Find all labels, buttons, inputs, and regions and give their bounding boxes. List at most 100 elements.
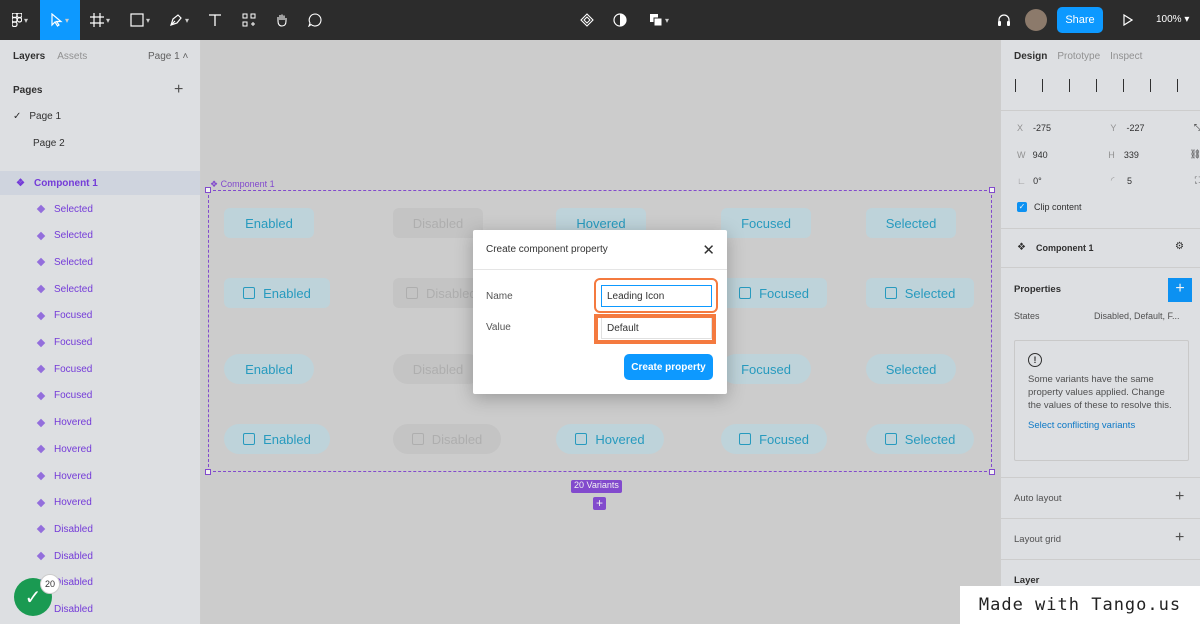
create-property-button[interactable]: Create property bbox=[624, 354, 713, 380]
resize-handle[interactable] bbox=[205, 469, 211, 475]
tab-layers[interactable]: Layers bbox=[13, 51, 45, 62]
hand-tool-button[interactable] bbox=[266, 0, 298, 40]
layer-item[interactable]: Focused bbox=[0, 303, 200, 329]
variant-selected-pill-icon[interactable]: Selected bbox=[866, 424, 974, 454]
clip-content-checkbox[interactable]: ✓ bbox=[1017, 202, 1027, 212]
select-conflicting-link[interactable]: Select conflicting variants bbox=[1028, 419, 1175, 432]
x-field[interactable]: -275 bbox=[1033, 123, 1094, 133]
zoom-level[interactable]: 100% ▾ bbox=[1156, 14, 1189, 25]
tab-prototype[interactable]: Prototype bbox=[1057, 51, 1100, 62]
variant-focused-pill[interactable]: Focused bbox=[721, 354, 811, 384]
layer-component[interactable]: ❖ Component 1 bbox=[0, 171, 200, 195]
component-icon bbox=[580, 13, 594, 27]
layer-item[interactable]: Focused bbox=[0, 330, 200, 356]
move-tool-button[interactable]: ▾ bbox=[40, 0, 80, 40]
layer-item[interactable]: Hovered bbox=[0, 410, 200, 436]
add-layout-grid-icon[interactable]: + bbox=[1175, 530, 1184, 546]
text-icon bbox=[209, 14, 221, 26]
variant-disabled[interactable]: Disabled bbox=[393, 208, 483, 238]
component-settings-icon[interactable]: ⚙ bbox=[1175, 241, 1184, 252]
text-tool-button[interactable] bbox=[198, 0, 232, 40]
w-field[interactable]: 940 bbox=[1033, 150, 1093, 160]
variant-focused-icon[interactable]: Focused bbox=[721, 278, 827, 308]
h-field[interactable]: 339 bbox=[1124, 150, 1184, 160]
tab-design[interactable]: Design bbox=[1014, 51, 1047, 62]
y-field[interactable]: -227 bbox=[1126, 123, 1187, 133]
radius-field[interactable]: 5 bbox=[1127, 176, 1189, 186]
variant-selected-pill[interactable]: Selected bbox=[866, 354, 956, 384]
page-item-1[interactable]: ✓ Page 1 bbox=[13, 111, 61, 122]
layer-item[interactable]: Hovered bbox=[0, 463, 200, 489]
resize-handle[interactable] bbox=[989, 469, 995, 475]
resources-button[interactable] bbox=[232, 0, 266, 40]
variant-focused-pill-icon[interactable]: Focused bbox=[721, 424, 827, 454]
states-value[interactable]: Disabled, Default, F... bbox=[1094, 311, 1180, 321]
contrast-icon bbox=[613, 13, 627, 27]
align-bottom-icon[interactable] bbox=[1150, 79, 1163, 92]
add-auto-layout-icon[interactable]: + bbox=[1175, 489, 1184, 505]
align-left-icon[interactable] bbox=[1015, 79, 1028, 92]
align-middle-icon[interactable] bbox=[1123, 79, 1136, 92]
layer-label: Hovered bbox=[54, 443, 92, 455]
page-item-2[interactable]: Page 2 bbox=[33, 138, 65, 149]
variant-selected[interactable]: Selected bbox=[866, 208, 956, 238]
variant-selected-icon[interactable]: Selected bbox=[866, 278, 974, 308]
close-icon[interactable]: ✕ bbox=[702, 243, 715, 258]
variant-disabled-pill-icon[interactable]: Disabled bbox=[393, 424, 501, 454]
resize-handle[interactable] bbox=[205, 187, 211, 193]
add-variant-button[interactable]: + bbox=[593, 497, 606, 510]
align-right-icon[interactable] bbox=[1069, 79, 1082, 92]
variant-disabled-icon[interactable]: Disabled bbox=[393, 278, 483, 308]
mask-button[interactable] bbox=[609, 0, 631, 40]
figma-menu-button[interactable]: ▾ bbox=[0, 0, 40, 40]
comment-tool-button[interactable] bbox=[298, 0, 332, 40]
corners-icon[interactable]: ⛶ bbox=[1195, 175, 1200, 186]
layer-item[interactable]: Selected bbox=[0, 223, 200, 249]
pen-tool-button[interactable]: ▾ bbox=[160, 0, 198, 40]
page-selector[interactable]: Page 1 ˄ bbox=[148, 51, 188, 62]
variant-enabled-pill-icon[interactable]: Enabled bbox=[224, 424, 330, 454]
add-photo-icon bbox=[884, 433, 897, 445]
variant-icon bbox=[36, 445, 46, 454]
layer-item[interactable]: Focused bbox=[0, 356, 200, 382]
add-photo-icon bbox=[884, 287, 897, 299]
tab-inspect[interactable]: Inspect bbox=[1110, 51, 1142, 62]
layer-item[interactable]: Hovered bbox=[0, 436, 200, 462]
add-page-icon[interactable]: + bbox=[174, 82, 183, 98]
add-property-button[interactable]: + bbox=[1168, 278, 1192, 302]
variant-enabled-pill[interactable]: Enabled bbox=[224, 354, 314, 384]
boolean-button[interactable]: ▾ bbox=[643, 0, 675, 40]
frame-tool-button[interactable]: ▾ bbox=[80, 0, 120, 40]
variant-focused[interactable]: Focused bbox=[721, 208, 811, 238]
layer-item[interactable]: Selected bbox=[0, 196, 200, 222]
variants-badge: 20 Variants bbox=[571, 480, 622, 493]
present-button[interactable] bbox=[1118, 0, 1138, 40]
align-center-icon[interactable] bbox=[1042, 79, 1055, 92]
lock-ratio-icon[interactable]: ⛓ bbox=[1190, 149, 1200, 160]
rectangle-icon bbox=[130, 13, 144, 27]
variant-enabled[interactable]: Enabled bbox=[224, 208, 314, 238]
constraints-icon[interactable]: ⤡ bbox=[1194, 122, 1200, 133]
variant-disabled-pill[interactable]: Disabled bbox=[393, 354, 483, 384]
variant-hovered-pill-icon[interactable]: Hovered bbox=[556, 424, 664, 454]
frame-label[interactable]: ❖ Component 1 bbox=[210, 179, 275, 190]
align-top-icon[interactable] bbox=[1096, 79, 1109, 92]
layer-item[interactable]: Hovered bbox=[0, 490, 200, 516]
layer-item[interactable]: Disabled bbox=[0, 543, 200, 569]
shape-tool-button[interactable]: ▾ bbox=[120, 0, 160, 40]
rotation-field[interactable]: 0° bbox=[1033, 176, 1095, 186]
layer-item[interactable]: Selected bbox=[0, 276, 200, 302]
audio-button[interactable] bbox=[993, 0, 1015, 40]
layer-item[interactable]: Disabled bbox=[0, 516, 200, 542]
variant-enabled-icon[interactable]: Enabled bbox=[224, 278, 330, 308]
share-button[interactable]: Share bbox=[1057, 7, 1103, 33]
layer-label: Hovered bbox=[54, 497, 92, 509]
resize-handle[interactable] bbox=[989, 187, 995, 193]
clip-content-label: Clip content bbox=[1034, 202, 1082, 212]
create-component-button[interactable] bbox=[576, 0, 598, 40]
avatar[interactable] bbox=[1025, 9, 1047, 31]
distribute-icon[interactable] bbox=[1177, 79, 1190, 92]
tab-assets[interactable]: Assets bbox=[57, 51, 87, 62]
layer-item[interactable]: Selected bbox=[0, 249, 200, 275]
layer-item[interactable]: Focused bbox=[0, 383, 200, 409]
